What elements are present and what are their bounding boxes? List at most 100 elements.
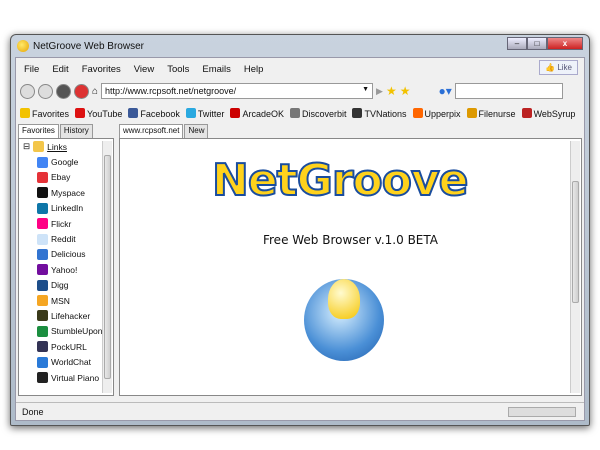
bookmark-facebook[interactable]: Facebook <box>128 107 180 119</box>
tree-item-stumbleupon[interactable]: StumbleUpon <box>19 324 113 339</box>
home-icon[interactable]: ⌂ <box>92 86 98 97</box>
folder-icon <box>33 141 45 153</box>
menu-item-tools[interactable]: Tools <box>167 64 189 75</box>
like-button[interactable]: 👍 Like <box>539 60 578 75</box>
stop-button[interactable] <box>74 83 89 99</box>
tree-item-pockurl[interactable]: PockURL <box>19 339 113 354</box>
menu-item-view[interactable]: View <box>134 64 154 75</box>
web-content: NetGroove Free Web Browser v.1.0 BETA <box>119 138 582 396</box>
scrollbar-thumb[interactable] <box>104 155 111 379</box>
bookmark-twitter[interactable]: Twitter <box>185 107 225 119</box>
bookmark-websyrup[interactable]: WebSyrup <box>521 107 576 119</box>
bookmark-label: Twitter <box>197 108 225 119</box>
worldchat-icon <box>37 356 48 368</box>
bookmark-label: YouTube <box>87 108 123 119</box>
content-scrollbar[interactable] <box>570 141 580 393</box>
sidebar: Favorites History ⊟ Links Google Ebay Myspac… <box>18 124 114 396</box>
lifehacker-icon <box>37 310 48 322</box>
tab-history[interactable]: History <box>59 124 93 138</box>
sidebar-scrollbar[interactable] <box>102 141 112 393</box>
maximize-button[interactable]: □ <box>527 37 547 50</box>
browser-tab-0[interactable]: www.rcpsoft.net <box>119 124 184 138</box>
tree-item-digg[interactable]: Digg <box>19 278 113 293</box>
minimize-button[interactable]: – <box>507 37 527 50</box>
flickr-icon <box>37 218 48 230</box>
bookmark-tvnations[interactable]: TVNations <box>352 107 407 119</box>
tree-root-links[interactable]: ⊟ Links <box>19 139 113 154</box>
bookmark-youtube[interactable]: YouTube <box>75 107 123 119</box>
arcadeok-icon <box>230 107 241 118</box>
tree-item-label: LinkedIn <box>51 203 84 214</box>
nav-toolbar: ⌂ http://www.rcpsoft.net/netgroove/ ▼ ▶ ★… <box>20 81 580 101</box>
bookmark-label: Filenurse <box>478 108 516 119</box>
browser-tab-1[interactable]: New <box>184 124 209 138</box>
tree-item-lifehacker[interactable]: Lifehacker <box>19 308 113 323</box>
tvnations-icon <box>352 107 363 118</box>
tree-item-label: Delicious <box>51 249 86 260</box>
ebay-icon <box>37 171 48 183</box>
tree-item-delicious[interactable]: Delicious <box>19 247 113 262</box>
menu-item-file[interactable]: File <box>24 64 39 75</box>
menu-item-favorites[interactable]: Favorites <box>82 64 121 75</box>
tab-favorites[interactable]: Favorites <box>18 124 59 138</box>
add-favorite-icon[interactable]: ★ <box>400 84 411 98</box>
tree-item-linkedin[interactable]: LinkedIn <box>19 201 113 216</box>
tree-item-flickr[interactable]: Flickr <box>19 216 113 231</box>
back-button[interactable] <box>20 83 35 99</box>
bookmark-filenurse[interactable]: Filenurse <box>466 107 516 119</box>
close-button[interactable]: x <box>547 37 583 50</box>
bookmark-discoverbit[interactable]: Discoverbit <box>289 107 347 119</box>
bookmark-label: WebSyrup <box>533 108 576 119</box>
star-icon[interactable]: ★ <box>386 84 397 98</box>
address-value: http://www.rcpsoft.net/netgroove/ <box>105 86 237 96</box>
search-engine-icon[interactable]: ●▾ <box>439 84 452 98</box>
tree-item-label: Yahoo! <box>51 264 78 275</box>
bookmark-arcadeok[interactable]: ArcadeOK <box>230 107 284 119</box>
expand-icon[interactable]: ⊟ <box>23 141 30 152</box>
pockurl-icon <box>37 341 48 353</box>
youtube-icon <box>75 107 86 118</box>
tree-item-label: WorldChat <box>51 357 91 368</box>
tree-item-virtual-piano[interactable]: Virtual Piano <box>19 370 113 385</box>
chevron-down-icon[interactable]: ▼ <box>362 86 369 93</box>
search-input[interactable] <box>454 83 563 99</box>
bookmark-label: Discoverbit <box>301 108 347 119</box>
app-icon <box>17 40 29 52</box>
tree-item-google[interactable]: Google <box>19 154 113 169</box>
title-bar: NetGroove Web Browser <box>17 40 144 52</box>
discoverbit-icon <box>289 107 300 118</box>
lightbulb-globe-icon <box>304 279 384 361</box>
bookmark-label: Upperpix <box>424 108 461 119</box>
address-bar[interactable]: http://www.rcpsoft.net/netgroove/ ▼ <box>101 83 374 99</box>
bookmark-label: ArcadeOK <box>242 108 284 119</box>
tree-item-label: Virtual Piano <box>51 372 100 383</box>
refresh-button[interactable] <box>56 83 71 99</box>
tree-item-worldchat[interactable]: WorldChat <box>19 354 113 369</box>
tree-item-reddit[interactable]: Reddit <box>19 231 113 246</box>
menu-item-emails[interactable]: Emails <box>202 64 231 75</box>
menu-item-help[interactable]: Help <box>244 64 264 75</box>
tree-item-yahoo-[interactable]: Yahoo! <box>19 262 113 277</box>
scrollbar-thumb[interactable] <box>572 181 579 303</box>
browser-pane: www.rcpsoft.net New NetGroove Free Web Br… <box>119 124 582 396</box>
msn-icon <box>37 295 48 307</box>
menu-item-edit[interactable]: Edit <box>52 64 68 75</box>
tree-item-msn[interactable]: MSN <box>19 293 113 308</box>
tree-item-label: Digg <box>51 280 69 291</box>
tree-item-label: Myspace <box>51 187 86 198</box>
facebook-icon <box>128 107 139 118</box>
forward-button[interactable] <box>38 83 53 99</box>
tree-item-label: Reddit <box>51 234 76 245</box>
bookmark-upperpix[interactable]: Upperpix <box>412 107 461 119</box>
tree-item-label: PockURL <box>51 341 87 352</box>
tree-item-myspace[interactable]: Myspace <box>19 185 113 200</box>
status-text: Done <box>22 407 44 417</box>
bookmark-label: Facebook <box>140 108 180 119</box>
tree-item-ebay[interactable]: Ebay <box>19 170 113 185</box>
tree-item-label: StumbleUpon <box>51 326 103 337</box>
twitter-icon <box>185 107 196 118</box>
page-subtitle: Free Web Browser v.1.0 BETA <box>262 233 438 247</box>
yahoo--icon <box>37 264 48 276</box>
go-icon[interactable]: ▶ <box>376 86 383 97</box>
bookmark-favorites[interactable]: Favorites <box>20 107 69 119</box>
